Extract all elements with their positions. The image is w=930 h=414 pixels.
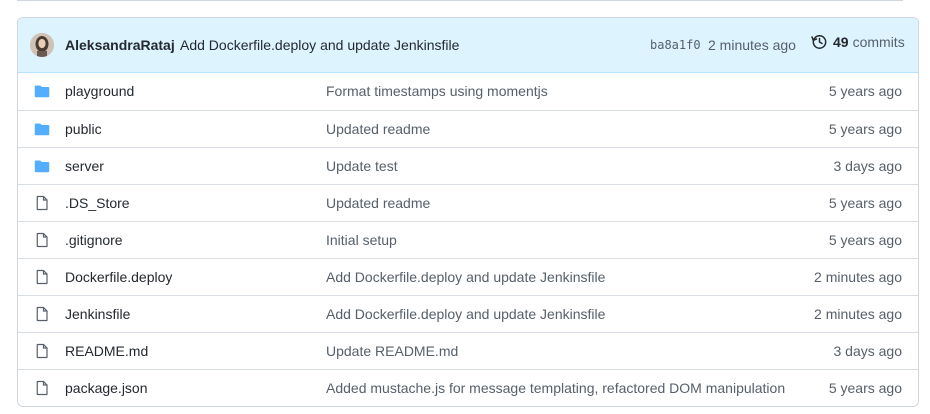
file-name-link[interactable]: Dockerfile.deploy: [65, 269, 172, 285]
file-commit-age: 2 minutes ago: [814, 306, 902, 322]
commit-time: 2 minutes ago: [708, 37, 796, 53]
file-name-link[interactable]: .DS_Store: [65, 195, 130, 211]
file-row[interactable]: .gitignore Initial setup 5 years ago: [18, 221, 918, 258]
file-icon: [34, 269, 50, 285]
file-list: playground Format timestamps using moment…: [18, 73, 918, 406]
file-commit-message-link[interactable]: Added mustache.js for message templating…: [326, 380, 785, 396]
file-row[interactable]: README.md Update README.md 3 days ago: [18, 332, 918, 369]
file-name-link[interactable]: public: [65, 121, 102, 137]
file-icon: [34, 306, 50, 322]
file-row[interactable]: package.json Added mustache.js for messag…: [18, 369, 918, 406]
commit-history-link[interactable]: 49 commits: [811, 34, 905, 50]
file-icon: [34, 195, 50, 211]
file-commit-message-link[interactable]: Update test: [326, 158, 398, 174]
file-name-link[interactable]: server: [65, 158, 104, 174]
folder-icon: [34, 83, 50, 99]
file-commit-age: 5 years ago: [828, 83, 902, 99]
file-row[interactable]: public Updated readme 5 years ago: [18, 110, 918, 147]
file-name-link[interactable]: README.md: [65, 343, 148, 359]
file-browser: AleksandraRataj Add Dockerfile.deploy an…: [17, 17, 919, 407]
file-commit-message-link[interactable]: Add Dockerfile.deploy and update Jenkins…: [326, 306, 605, 322]
commit-count: 49: [833, 34, 849, 50]
folder-icon: [34, 121, 50, 137]
file-commit-age: 5 years ago: [828, 121, 902, 137]
history-icon: [811, 35, 827, 49]
avatar[interactable]: [30, 33, 54, 57]
file-commit-message-link[interactable]: Format timestamps using momentjs: [326, 83, 548, 99]
commits-label: commits: [852, 34, 905, 50]
file-commit-age: 5 years ago: [828, 380, 902, 396]
commit-message-link[interactable]: Add Dockerfile.deploy and update Jenkins…: [180, 37, 459, 53]
folder-icon: [34, 158, 50, 174]
file-name-link[interactable]: Jenkinsfile: [65, 306, 130, 322]
commit-sha-link[interactable]: ba8a1f0: [650, 38, 701, 52]
top-divider: [17, 0, 903, 2]
file-commit-message-link[interactable]: Updated readme: [326, 195, 430, 211]
file-icon: [34, 380, 50, 396]
file-commit-message-link[interactable]: Initial setup: [326, 232, 397, 248]
file-commit-age: 3 days ago: [833, 158, 903, 174]
file-name-link[interactable]: .gitignore: [65, 232, 123, 248]
file-commit-age: 2 minutes ago: [814, 269, 902, 285]
file-row[interactable]: Dockerfile.deploy Add Dockerfile.deploy a…: [18, 258, 918, 295]
file-icon: [34, 343, 50, 359]
file-name-link[interactable]: package.json: [65, 380, 148, 396]
commit-author-link[interactable]: AleksandraRataj: [65, 37, 175, 53]
file-icon: [34, 232, 50, 248]
file-name-link[interactable]: playground: [65, 83, 134, 99]
file-commit-age: 5 years ago: [828, 195, 902, 211]
file-row[interactable]: playground Format timestamps using moment…: [18, 73, 918, 110]
latest-commit-bar: AleksandraRataj Add Dockerfile.deploy an…: [18, 18, 918, 73]
file-commit-message-link[interactable]: Add Dockerfile.deploy and update Jenkins…: [326, 269, 605, 285]
file-row[interactable]: .DS_Store Updated readme 5 years ago: [18, 184, 918, 221]
file-commit-age: 5 years ago: [828, 232, 902, 248]
file-row[interactable]: Jenkinsfile Add Dockerfile.deploy and upd…: [18, 295, 918, 332]
file-commit-message-link[interactable]: Update README.md: [326, 343, 458, 359]
file-commit-message-link[interactable]: Updated readme: [326, 121, 430, 137]
file-commit-age: 3 days ago: [833, 343, 903, 359]
file-row[interactable]: server Update test 3 days ago: [18, 147, 918, 184]
